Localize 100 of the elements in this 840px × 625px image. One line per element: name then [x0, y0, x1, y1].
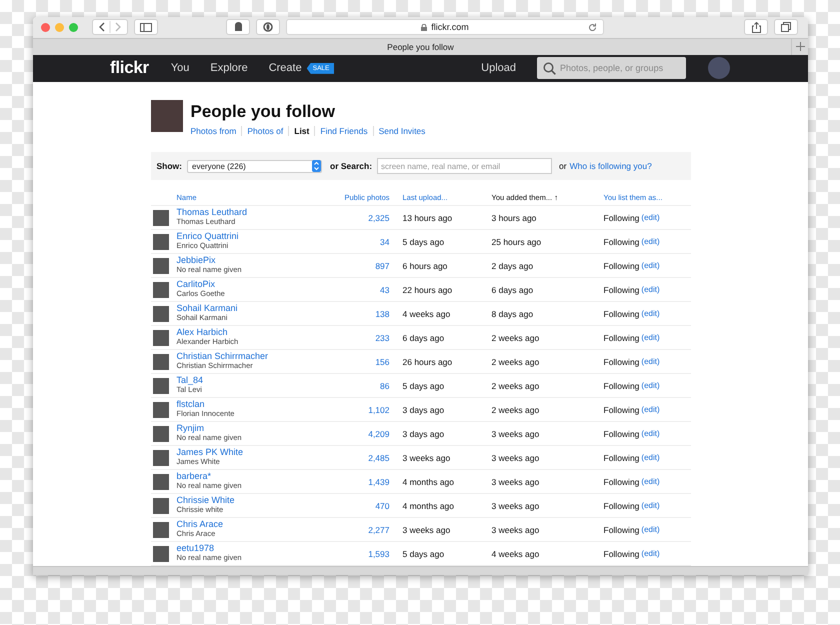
- table-cell-text: 4 weeks ago: [492, 548, 540, 558]
- photo-count-link[interactable]: 43: [326, 284, 390, 294]
- avatar-placeholder[interactable]: [152, 282, 168, 298]
- page-tab[interactable]: Photos of: [241, 126, 288, 136]
- nav-link[interactable]: You: [170, 62, 190, 74]
- edit-link[interactable]: (edit): [641, 405, 660, 414]
- table-cell-text: 4 months ago: [402, 476, 456, 486]
- avatar-placeholder[interactable]: [152, 258, 168, 274]
- photo-count-link[interactable]: 1,593: [326, 548, 390, 558]
- edit-link[interactable]: (edit): [641, 237, 660, 246]
- photo-count-link[interactable]: 2,325: [326, 212, 390, 222]
- page-tab[interactable]: Photos from: [190, 126, 242, 136]
- avatar-placeholder[interactable]: [152, 306, 168, 322]
- sidebar-icon[interactable]: [134, 19, 158, 36]
- photo-count-link[interactable]: 470: [326, 500, 390, 510]
- photo-count-link[interactable]: 2,277: [326, 524, 390, 534]
- stepper-icon: [312, 160, 321, 172]
- user-link[interactable]: Rynjim: [176, 424, 326, 434]
- status-text: Following: [604, 452, 640, 462]
- search-input[interactable]: screen name, real name, or email: [377, 158, 552, 174]
- edit-link[interactable]: (edit): [641, 501, 660, 510]
- avatar-placeholder[interactable]: [152, 546, 168, 562]
- avatar-placeholder[interactable]: [152, 522, 168, 538]
- user-link[interactable]: barbera*: [176, 472, 326, 482]
- avatar-placeholder[interactable]: [152, 210, 168, 226]
- nav-link[interactable]: Explore: [210, 62, 248, 74]
- show-dropdown[interactable]: everyone (226): [187, 160, 322, 172]
- page-tab[interactable]: List: [288, 126, 314, 136]
- photo-count-link[interactable]: 156: [326, 356, 390, 366]
- avatar-placeholder[interactable]: [152, 426, 168, 442]
- share-icon[interactable]: [744, 19, 768, 36]
- status-text: Following: [604, 212, 640, 222]
- user-link[interactable]: Tal_84: [176, 376, 326, 386]
- user-link[interactable]: James PK White: [176, 448, 326, 458]
- table-cell-text: 3 days ago: [402, 428, 446, 438]
- photo-count-link[interactable]: 2,485: [326, 452, 390, 462]
- edit-link[interactable]: (edit): [641, 381, 660, 390]
- page-title: People you follow: [190, 102, 336, 122]
- photo-count-link[interactable]: 897: [326, 260, 390, 270]
- avatar-placeholder[interactable]: [152, 330, 168, 346]
- photo-count-link[interactable]: 34: [326, 236, 390, 246]
- photo-count-link[interactable]: 138: [326, 308, 390, 318]
- photo-count-link[interactable]: 1,439: [326, 476, 390, 486]
- avatar-placeholder[interactable]: [152, 474, 168, 490]
- user-link[interactable]: Sohail Karmani: [176, 304, 326, 314]
- avatar-placeholder[interactable]: [152, 354, 168, 370]
- table-cell-text: 3 hours ago: [492, 212, 538, 222]
- status-text: Following: [604, 332, 640, 342]
- avatar-placeholder[interactable]: [152, 498, 168, 514]
- edit-link[interactable]: (edit): [641, 525, 660, 534]
- user-link[interactable]: flstclan: [176, 400, 326, 410]
- status-text: Following: [604, 428, 640, 438]
- status-text: Following: [604, 356, 640, 366]
- user-link[interactable]: Christian Schirrmacher: [176, 352, 326, 362]
- status-text: Following: [604, 404, 640, 414]
- followers-link[interactable]: Who is following you?: [570, 161, 652, 171]
- user-link[interactable]: eetu1978: [176, 544, 326, 554]
- table-cell-text: 5 days ago: [402, 548, 446, 558]
- edit-link[interactable]: (edit): [641, 333, 660, 342]
- edit-link[interactable]: (edit): [641, 357, 660, 366]
- edit-link[interactable]: (edit): [641, 309, 660, 318]
- edit-link[interactable]: (edit): [641, 213, 660, 222]
- table-cell-text: 3 weeks ago: [492, 476, 540, 486]
- show-label: Show:: [156, 161, 182, 171]
- table-cell-text: 4 months ago: [402, 500, 456, 510]
- page-tab[interactable]: Send Invites: [372, 126, 430, 136]
- avatar-placeholder[interactable]: [152, 450, 168, 466]
- avatar-placeholder[interactable]: [152, 378, 168, 394]
- edit-link[interactable]: (edit): [641, 285, 660, 294]
- new-tab-icon[interactable]: [796, 42, 804, 52]
- edit-link[interactable]: (edit): [641, 477, 660, 486]
- avatar-placeholder[interactable]: [152, 402, 168, 418]
- search-field[interactable]: Photos, people, or groups: [537, 57, 686, 80]
- edit-link[interactable]: (edit): [641, 453, 660, 462]
- user-link[interactable]: JebbiePix: [176, 256, 326, 266]
- table-cell-text: 5 days ago: [402, 236, 446, 246]
- nav-link[interactable]: Create: [268, 62, 302, 74]
- table-cell-text: 13 hours ago: [402, 212, 454, 222]
- user-link[interactable]: Thomas Leuthard: [176, 208, 326, 218]
- user-link[interactable]: Chrissie White: [176, 496, 326, 506]
- user-link[interactable]: CarlitoPix: [176, 280, 326, 290]
- address-bar[interactable]: flickr.com: [286, 19, 604, 36]
- user-link[interactable]: Chris Arace: [176, 520, 326, 530]
- photo-count-link[interactable]: 233: [326, 332, 390, 342]
- status-text: Following: [604, 500, 640, 510]
- photo-count-link[interactable]: 4,209: [326, 428, 390, 438]
- reload-icon[interactable]: [588, 23, 597, 32]
- user-link[interactable]: Alex Harbich: [176, 328, 326, 338]
- user-link[interactable]: Enrico Quattrini: [176, 232, 326, 242]
- avatar-placeholder[interactable]: [152, 234, 168, 250]
- photo-count-link[interactable]: 1,102: [326, 404, 390, 414]
- table-cell-text: 2 days ago: [492, 260, 534, 270]
- edit-link[interactable]: (edit): [641, 261, 660, 270]
- photo-count-link[interactable]: 86: [326, 380, 390, 390]
- page-tab[interactable]: Find Friends: [314, 126, 373, 136]
- flickr-logo[interactable]: flickr: [110, 58, 149, 78]
- upload-link[interactable]: Upload: [481, 62, 516, 74]
- edit-link[interactable]: (edit): [641, 429, 660, 438]
- edit-link[interactable]: (edit): [641, 549, 660, 558]
- tabs-icon[interactable]: [774, 19, 798, 36]
